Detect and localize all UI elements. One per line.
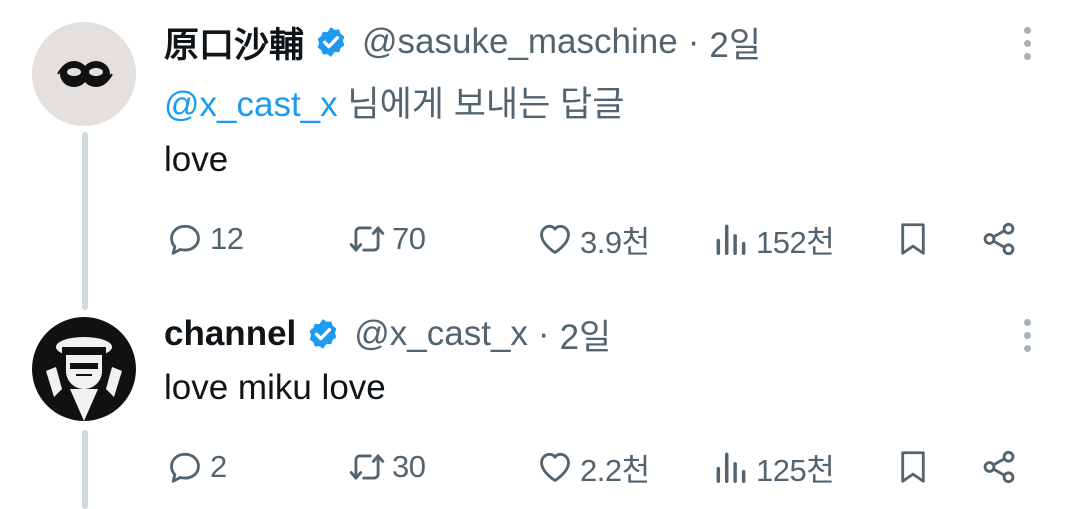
more-vertical-icon[interactable]: [1012, 27, 1042, 67]
views-button[interactable]: 152천: [712, 214, 835, 264]
tweet-header: 原口沙輔 @sasuke_maschine · 2일: [164, 18, 761, 66]
repost-count: 70: [392, 221, 426, 256]
share-icon: [983, 450, 1015, 484]
like-count: 3.9천: [580, 224, 650, 260]
avatar[interactable]: [32, 317, 136, 421]
tweet-actions: 12 70 3.9천 152천: [166, 214, 1036, 264]
tweet-header: channel @x_cast_x · 2일: [164, 310, 611, 358]
avatar[interactable]: [32, 22, 136, 126]
separator-dot: ·: [687, 22, 700, 61]
repost-arrows-icon: [349, 226, 385, 252]
views-button[interactable]: 125천: [712, 442, 835, 492]
reply-mention-link[interactable]: @x_cast_x: [164, 85, 338, 124]
like-button[interactable]: 3.9천: [536, 214, 650, 264]
username[interactable]: @sasuke_maschine: [362, 22, 678, 62]
speech-bubble-icon: [170, 452, 200, 483]
speech-bubble-icon: [170, 224, 200, 255]
display-name[interactable]: 原口沙輔: [164, 17, 304, 68]
bar-chart-icon: [716, 224, 746, 255]
share-button[interactable]: [980, 214, 1024, 264]
share-button[interactable]: [980, 442, 1024, 492]
heart-icon: [540, 224, 570, 254]
share-icon: [983, 222, 1015, 256]
heart-icon: [540, 452, 570, 482]
bookmark-icon: [901, 451, 925, 483]
reply-to-label: 님에게 보내는 답글: [337, 85, 625, 124]
replying-to: @x_cast_x 님에게 보내는 답글: [164, 76, 624, 127]
like-count: 2.2천: [580, 452, 650, 488]
repost-count: 30: [392, 449, 426, 484]
bar-chart-icon: [716, 452, 746, 483]
bookmark-button[interactable]: [894, 442, 938, 492]
reply-count: 2: [210, 449, 227, 484]
verified-badge-icon: [309, 319, 337, 349]
like-button[interactable]: 2.2천: [536, 442, 650, 492]
more-vertical-icon[interactable]: [1012, 319, 1042, 359]
timestamp[interactable]: 2일: [560, 309, 612, 360]
username[interactable]: @x_cast_x: [354, 314, 528, 354]
reply-button[interactable]: 2: [166, 442, 227, 492]
repost-button[interactable]: 30: [348, 442, 426, 492]
separator-dot: ·: [537, 314, 550, 353]
reply-button[interactable]: 12: [166, 214, 244, 264]
thread-line-top: [82, 132, 88, 310]
display-name[interactable]: channel: [164, 314, 296, 354]
timestamp[interactable]: 2일: [709, 17, 761, 68]
reply-count: 12: [210, 221, 244, 256]
repost-arrows-icon: [349, 454, 385, 480]
tweet-actions: 2 30 2.2천 125천: [166, 442, 1036, 492]
thread-line-bottom: [82, 430, 88, 509]
view-count: 152천: [756, 224, 835, 260]
bookmark-button[interactable]: [894, 214, 938, 264]
tweet-text: love miku love: [164, 368, 386, 407]
verified-badge-icon: [317, 27, 345, 57]
bookmark-icon: [901, 223, 925, 255]
tweet-text: love: [164, 140, 229, 179]
repost-button[interactable]: 70: [348, 214, 426, 264]
view-count: 125천: [756, 452, 835, 488]
